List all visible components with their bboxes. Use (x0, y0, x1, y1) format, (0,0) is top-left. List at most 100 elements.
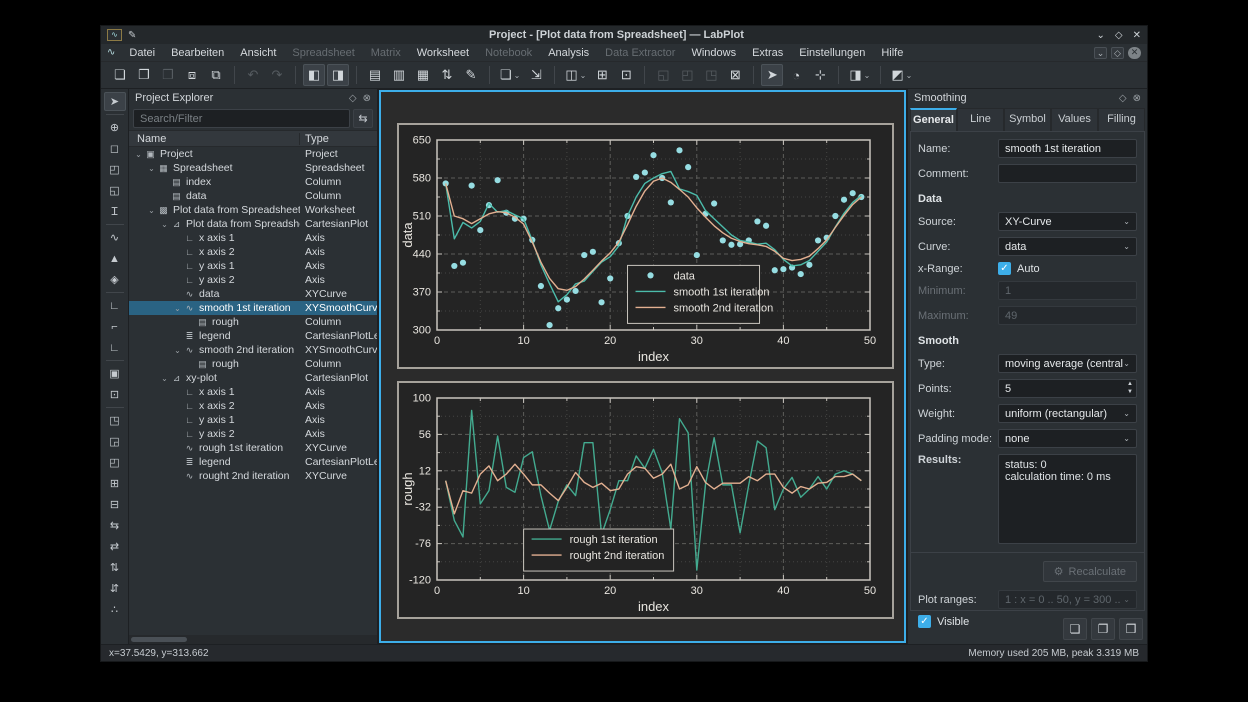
tree-row[interactable]: ∿rough 1st iterationXYCurve (129, 441, 377, 455)
expander-icon[interactable]: ⌄ (146, 164, 157, 173)
add-layout-button[interactable]: ◩⌄ (888, 64, 915, 86)
auto-checkbox[interactable]: ✓ (998, 262, 1011, 275)
spinbox-arrows-icon[interactable]: ▲▼ (1127, 380, 1133, 396)
menu-worksheet[interactable]: Worksheet (409, 46, 477, 60)
tab-symbol[interactable]: Symbol (1004, 108, 1051, 131)
plot-legend[interactable]: datasmooth 1st iterationsmooth 2nd itera… (628, 265, 774, 323)
points-spinbox[interactable] (998, 379, 1137, 398)
menu-ansicht[interactable]: Ansicht (232, 46, 284, 60)
add-boxplot-button[interactable]: ◈ (104, 270, 126, 289)
import-button[interactable]: ⇲ (525, 64, 547, 86)
menu-analysis[interactable]: Analysis (540, 46, 597, 60)
open-project-button[interactable]: ❐ (133, 64, 155, 86)
crosshair-button[interactable]: ⊹ (809, 64, 831, 86)
type-dropdown[interactable]: moving average (central) ⌄ (998, 354, 1137, 373)
add-custom-axis-button[interactable]: ∟ (104, 338, 126, 357)
tree-row[interactable]: ▤indexColumn (129, 175, 377, 189)
expander-icon[interactable]: ⌄ (172, 346, 183, 355)
project-explorer-header[interactable]: Project Explorer ◇ ⊗ (129, 89, 377, 107)
add-vertical-axis-button[interactable]: ⌐ (104, 317, 126, 336)
tree-row[interactable]: ∟x axis 1Axis (129, 385, 377, 399)
zoom-select-button[interactable]: ◻ (104, 139, 126, 158)
save-default-template-button[interactable]: ❒ (1119, 618, 1143, 640)
add-image-button[interactable]: ⊡ (104, 385, 126, 404)
zoom-out-button[interactable]: ⊟ (104, 495, 126, 514)
tree-row[interactable]: ▤dataColumn (129, 189, 377, 203)
pin-icon[interactable]: ✎ (128, 30, 136, 41)
tree-row[interactable]: ⌄∿smooth 1st iterationXYSmoothCurve (129, 301, 377, 315)
save-template-button[interactable]: ❐ (1091, 618, 1115, 640)
toggle-project-explorer-button[interactable]: ◧ (303, 64, 325, 86)
add-curve-button[interactable]: ◨⌄ (846, 64, 873, 86)
minimize-button[interactable]: ⌄ (1097, 30, 1105, 41)
add-axis-button[interactable]: ∟ (104, 296, 126, 315)
column-header-name[interactable]: Name (129, 133, 300, 145)
dock-close-icon[interactable]: ⊗ (1133, 93, 1141, 104)
tree-row[interactable]: ≣legendCartesianPlotLegend (129, 455, 377, 469)
auto-scale-y-button[interactable]: ◰ (104, 453, 126, 472)
print-button[interactable]: ⧈ (181, 64, 203, 86)
zoom-y-select-button[interactable]: ◱ (104, 181, 126, 200)
edit-mode-button[interactable]: ✎ (460, 64, 482, 86)
mdi-minimize-button[interactable]: ⌄ (1094, 47, 1107, 59)
horizontal-scrollbar[interactable] (129, 635, 377, 644)
plot-data-svg[interactable]: 01020304050300370440510580650indexdatada… (399, 125, 892, 367)
tab-line[interactable]: Line (957, 108, 1004, 131)
dock-float-icon[interactable]: ◇ (1119, 93, 1127, 104)
tree-row[interactable]: ∿dataXYCurve (129, 287, 377, 301)
menu-windows[interactable]: Windows (683, 46, 744, 60)
expander-icon[interactable]: ⌄ (159, 374, 170, 383)
expander-icon[interactable]: ⌄ (172, 304, 183, 313)
comment-field[interactable] (998, 164, 1137, 183)
insert-row-button[interactable]: ▤ (364, 64, 386, 86)
insert-column-button[interactable]: ▥ (388, 64, 410, 86)
mdi-restore-button[interactable]: ◇ (1111, 47, 1124, 59)
tree-row[interactable]: ▤roughColumn (129, 315, 377, 329)
tab-filling[interactable]: Filling (1098, 108, 1145, 131)
tree-row[interactable]: ∿rought 2nd iterationXYCurve (129, 469, 377, 483)
recalculate-button[interactable]: ⚙ Recalculate (1043, 561, 1137, 582)
navigate-button[interactable]: ⊕ (104, 118, 126, 137)
shift-down-button[interactable]: ⇵ (104, 579, 126, 598)
mdi-close-button[interactable]: ✕ (1128, 47, 1141, 59)
add-new-aspect-button[interactable]: ❏⌄ (497, 64, 523, 86)
shift-left-button[interactable]: ⇆ (104, 516, 126, 535)
zoom-mode-button[interactable]: ◫⌄ (562, 64, 589, 86)
cartesian-plot-xy[interactable]: 01020304050-120-76-321256100indexroughro… (397, 381, 894, 619)
plot-rough-svg[interactable]: 01020304050-120-76-321256100indexroughro… (399, 383, 892, 617)
tree-row[interactable]: ⌄∿smooth 2nd iterationXYSmoothCurve (129, 343, 377, 357)
add-xy-curve-button[interactable]: ∿ (104, 228, 126, 247)
tree-row[interactable]: ∟x axis 2Axis (129, 245, 377, 259)
scrollbar-thumb[interactable] (131, 637, 187, 642)
fit-width-button[interactable]: ⊡ (615, 64, 637, 86)
filter-settings-icon[interactable]: ⇆ (353, 109, 373, 128)
dock-float-icon[interactable]: ◇ (349, 93, 357, 104)
plot-legend[interactable]: rough 1st iterationrought 2nd iteration (524, 529, 674, 571)
add-histogram-button[interactable]: ▲ (104, 249, 126, 268)
remove-cells-button[interactable]: ▦ (412, 64, 434, 86)
load-template-button[interactable]: ❏ (1063, 618, 1087, 640)
tree-row[interactable]: ≣legendCartesianPlotLegend (129, 329, 377, 343)
dock-close-icon[interactable]: ⊗ (363, 93, 371, 104)
fit-page-button[interactable]: ⊞ (591, 64, 613, 86)
select-cursor-button[interactable]: ➤ (104, 92, 126, 111)
toggle-properties-explorer-button[interactable]: ◨ (327, 64, 349, 86)
auto-scale-button[interactable]: ◳ (104, 411, 126, 430)
column-header-type[interactable]: Type (300, 133, 377, 145)
text-cursor-button[interactable]: Ɪ (104, 202, 126, 221)
tree-row[interactable]: ⌄⊿Plot data from SpreadsheetCartesianPlo… (129, 217, 377, 231)
print-preview-button[interactable]: ⧉ (205, 64, 227, 86)
tree-row[interactable]: ∟x axis 1Axis (129, 231, 377, 245)
break-layout-button[interactable]: ⊠ (724, 64, 746, 86)
smoothing-header[interactable]: Smoothing ◇ ⊗ (908, 89, 1147, 107)
name-field[interactable] (998, 139, 1137, 158)
menu-bearbeiten[interactable]: Bearbeiten (163, 46, 232, 60)
timed-cursor-button[interactable]: ◔ (785, 64, 807, 86)
source-dropdown[interactable]: XY-Curve ⌄ (998, 212, 1137, 231)
tab-values[interactable]: Values (1051, 108, 1098, 131)
search-input[interactable] (133, 109, 350, 128)
menu-extras[interactable]: Extras (744, 46, 791, 60)
tree-row[interactable]: ▤roughColumn (129, 357, 377, 371)
tree-row[interactable]: ⌄▣ProjectProject (129, 147, 377, 161)
worksheet-view[interactable]: 01020304050300370440510580650indexdatada… (379, 90, 906, 643)
